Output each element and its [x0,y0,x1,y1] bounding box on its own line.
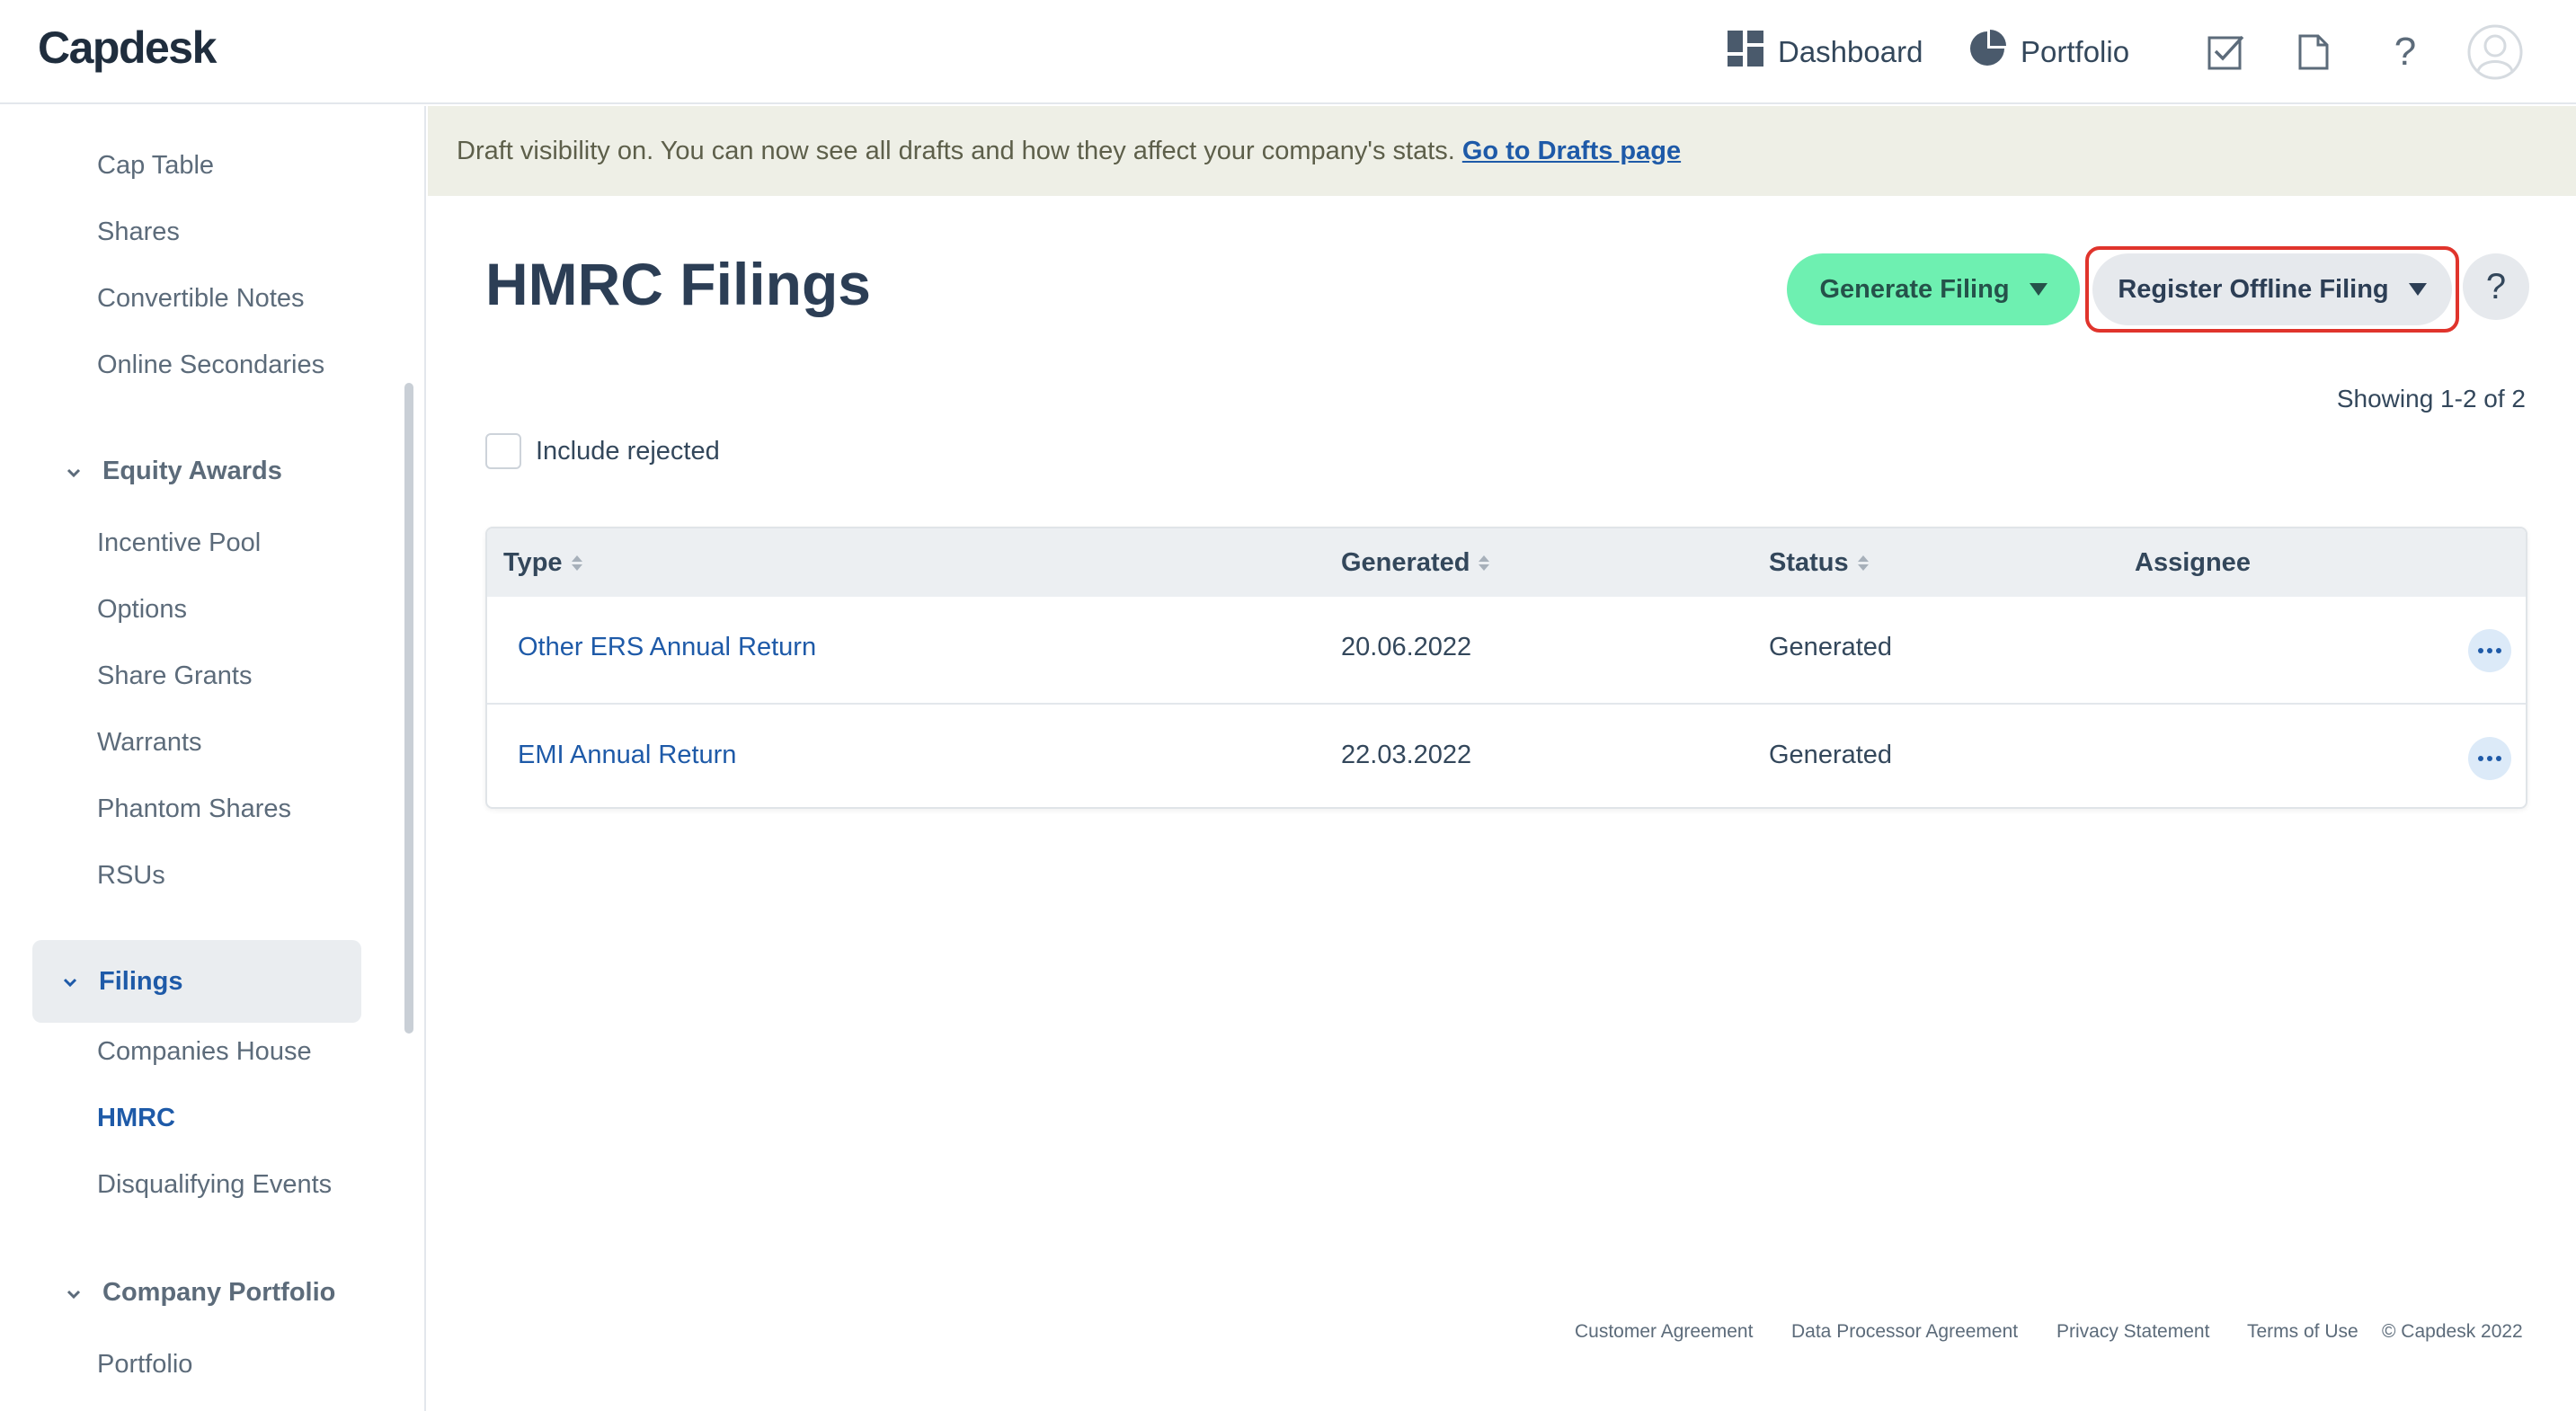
document-icon[interactable] [2288,27,2339,77]
footer-link-customer-agreement[interactable]: Customer Agreement [1575,1321,1753,1343]
top-bar: Capdesk Dashboard Portfolio ? [0,0,2576,104]
sidebar-item-options[interactable]: Options [97,595,187,625]
column-header-label: Assignee [2135,548,2251,577]
generated-date: 20.06.2022 [1341,633,1472,661]
chevron-down-icon [59,971,81,992]
status-text: Generated [1769,633,1893,661]
pie-chart-icon [1968,30,2006,75]
help-icon[interactable]: ? [2380,27,2430,77]
pagination-summary: Showing 1-2 of 2 [2336,385,2526,413]
column-header-label: Generated [1341,548,1470,577]
column-header-type[interactable]: Type [503,548,582,578]
avatar-icon[interactable] [2466,23,2524,81]
filing-type-link[interactable]: EMI Annual Return [518,741,736,770]
footer-link-privacy-statement[interactable]: Privacy Statement [2056,1321,2209,1343]
nav-dashboard-label: Dashboard [1778,35,1923,68]
sidebar: Cap Table Shares Convertible Notes Onlin… [0,106,426,1411]
footer-link-data-processor-agreement[interactable]: Data Processor Agreement [1791,1321,2018,1343]
sort-icon [1479,555,1490,571]
register-offline-filing-button[interactable]: Register Offline Filing [2092,253,2452,325]
chevron-down-icon [63,461,84,483]
table-row: EMI Annual Return 22.03.2022 Generated [487,703,2526,807]
include-rejected-label: Include rejected [536,436,720,466]
register-offline-filing-label: Register Offline Filing [2118,274,2389,304]
sidebar-item-cap-table[interactable]: Cap Table [97,151,214,181]
column-header-label: Type [503,548,563,577]
sidebar-group-label: Equity Awards [102,457,282,485]
generate-filing-label: Generate Filing [1819,274,2010,304]
nav-portfolio[interactable]: Portfolio [1968,0,2129,104]
filings-table: Type Generated Status Assignee Other ERS… [485,527,2527,809]
sort-icon [1857,555,1869,571]
go-to-drafts-link[interactable]: Go to Drafts page [1462,137,1681,166]
table-header: Type Generated Status Assignee [487,528,2526,597]
generate-filing-button[interactable]: Generate Filing [1787,253,2080,325]
nav-portfolio-label: Portfolio [2021,35,2130,68]
sidebar-item-companies-house[interactable]: Companies House [97,1037,312,1067]
column-header-assignee: Assignee [2135,548,2251,578]
draft-visibility-banner: Draft visibility on. You can now see all… [428,106,2576,196]
column-header-label: Status [1769,548,1849,577]
sidebar-item-shares[interactable]: Shares [97,217,180,247]
sidebar-item-share-grants[interactable]: Share Grants [97,661,252,691]
nav-dashboard[interactable]: Dashboard [1728,0,1923,104]
column-header-status[interactable]: Status [1769,548,1869,578]
capdesk-logo[interactable]: Capdesk [38,22,217,74]
sidebar-item-portfolio[interactable]: Portfolio [97,1350,192,1380]
generated-date: 22.03.2022 [1341,741,1472,769]
page-title: HMRC Filings [485,251,871,317]
chevron-down-icon [63,1282,84,1304]
caret-down-icon [2029,283,2047,296]
sidebar-group-label: Filings [99,966,183,996]
sort-icon [571,555,582,571]
column-header-generated[interactable]: Generated [1341,548,1490,578]
sidebar-group-filings[interactable]: Filings [32,940,361,1023]
footer-copyright: © Capdesk 2022 [2382,1321,2523,1342]
sidebar-scrollbar[interactable] [404,383,413,1034]
sidebar-item-incentive-pool[interactable]: Incentive Pool [97,528,261,558]
sidebar-group-company-portfolio[interactable]: Company Portfolio [63,1278,335,1308]
sidebar-item-phantom-shares[interactable]: Phantom Shares [97,794,291,824]
question-mark-icon: ? [2485,266,2507,306]
dashboard-icon [1728,31,1763,74]
filing-type-link[interactable]: Other ERS Annual Return [518,633,816,662]
caret-down-icon [2408,283,2427,296]
sidebar-item-disqualifying-events[interactable]: Disqualifying Events [97,1170,332,1200]
help-button[interactable]: ? [2463,253,2529,320]
sidebar-item-warrants[interactable]: Warrants [97,728,202,758]
row-actions-button[interactable] [2468,737,2511,780]
table-row: Other ERS Annual Return 20.06.2022 Gener… [487,597,2526,703]
include-rejected-row: Include rejected [485,433,720,469]
sidebar-group-label: Company Portfolio [102,1278,336,1307]
sidebar-item-online-secondaries[interactable]: Online Secondaries [97,351,324,380]
sidebar-item-rsus[interactable]: RSUs [97,861,165,891]
sidebar-group-equity-awards[interactable]: Equity Awards [63,457,282,486]
sidebar-item-hmrc[interactable]: HMRC [97,1104,175,1133]
status-text: Generated [1769,741,1893,769]
row-actions-button[interactable] [2468,629,2511,672]
tasks-icon[interactable] [2200,27,2251,77]
include-rejected-checkbox[interactable] [485,433,521,469]
sidebar-item-convertible-notes[interactable]: Convertible Notes [97,284,305,314]
footer-link-terms-of-use[interactable]: Terms of Use [2247,1321,2358,1343]
banner-text: Draft visibility on. You can now see all… [457,136,1455,165]
